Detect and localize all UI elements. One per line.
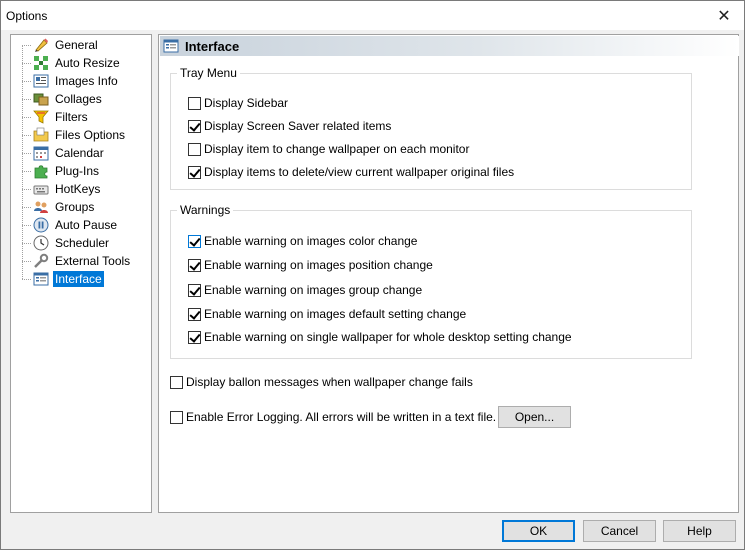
interface-icon [163, 39, 179, 53]
warn-group-change-checkbox[interactable]: Enable warning on images group change [188, 282, 422, 298]
nav-label: Interface [53, 271, 104, 287]
wrench-icon [34, 253, 49, 268]
nav-item-general[interactable]: General [11, 36, 151, 54]
interface-icon [33, 272, 49, 286]
tray-menu-legend: Tray Menu [177, 66, 240, 80]
checkbox-label: Display Screen Saver related items [204, 119, 392, 133]
nav-label: External Tools [55, 254, 131, 268]
checkbox-label: Enable warning on images position change [204, 258, 433, 272]
warn-color-change-checkbox[interactable]: Enable warning on images color change [188, 233, 417, 249]
warnings-legend: Warnings [177, 203, 234, 217]
warn-default-setting-checkbox[interactable]: Enable warning on images default setting… [188, 306, 466, 322]
nav-item-filters[interactable]: Filters [11, 108, 151, 126]
filter-icon [33, 110, 49, 124]
checkbox-label: Enable Error Logging. All errors will be… [186, 410, 497, 424]
error-logging-checkbox[interactable]: Enable Error Logging. All errors will be… [170, 409, 496, 425]
checkbox-box[interactable] [188, 142, 201, 156]
panel-header: Interface [160, 36, 739, 56]
nav-item-auto-resize[interactable]: Auto Resize [11, 54, 151, 72]
checkbox-label: Enable warning on images default setting… [204, 307, 467, 321]
checkbox-box[interactable] [170, 410, 183, 424]
ok-button[interactable]: OK [502, 520, 575, 542]
checkbox-box[interactable] [170, 375, 183, 389]
window-title: Options [6, 8, 48, 23]
nav-item-interface[interactable]: Interface [11, 270, 151, 288]
checkbox-label: Enable warning on images color change [204, 234, 418, 248]
checkbox-box[interactable] [188, 330, 201, 344]
groups-icon [34, 201, 48, 213]
files-icon [33, 127, 49, 142]
nav-item-files-options[interactable]: Files Options [11, 126, 151, 144]
checkbox-label: Display items to delete/view current wal… [204, 165, 515, 179]
balloon-messages-checkbox[interactable]: Display ballon messages when wallpaper c… [170, 374, 473, 390]
tray-menu-group: Tray Menu Display Sidebar Display Screen… [170, 66, 692, 190]
cancel-button[interactable]: Cancel [583, 520, 656, 542]
nav-item-groups[interactable]: Groups [11, 198, 151, 216]
warn-single-wallpaper-checkbox[interactable]: Enable warning on single wallpaper for w… [188, 329, 572, 345]
options-nav-tree: General Auto Resize Images Info Collages… [10, 34, 152, 513]
close-icon: ✕ [717, 7, 731, 25]
nav-label: Files Options [55, 128, 126, 142]
nav-label: Auto Resize [55, 56, 120, 70]
nav-label: Plug-Ins [55, 164, 100, 178]
nav-item-hotkeys[interactable]: HotKeys [11, 180, 151, 198]
nav-item-external-tools[interactable]: External Tools [11, 252, 151, 270]
checkbox-label: Enable warning on single wallpaper for w… [204, 330, 572, 344]
checkbox-box[interactable] [188, 165, 201, 179]
interface-settings-panel: Interface Tray Menu Display Sidebar Disp… [158, 34, 739, 513]
calendar-icon [33, 146, 49, 161]
resize-icon [34, 56, 48, 70]
checkbox-label: Display item to change wallpaper on each… [204, 142, 470, 156]
puzzle-icon [34, 165, 48, 179]
clock-icon [33, 235, 49, 251]
checkbox-box[interactable] [188, 96, 201, 110]
checkbox-label: Enable warning on images group change [204, 283, 423, 297]
display-sidebar-checkbox[interactable]: Display Sidebar [188, 95, 288, 111]
checkbox-box[interactable] [188, 283, 201, 297]
display-monitor-wallpaper-checkbox[interactable]: Display item to change wallpaper on each… [188, 141, 469, 157]
keyboard-icon [33, 185, 49, 195]
title-bar: Options ✕ [1, 1, 744, 30]
warnings-group: Warnings Enable warning on images color … [170, 203, 692, 359]
nav-label: General [55, 38, 98, 52]
checkbox-box[interactable] [188, 234, 201, 248]
nav-item-scheduler[interactable]: Scheduler [11, 234, 151, 252]
checkbox-box[interactable] [188, 307, 201, 321]
nav-label: Calendar [55, 146, 104, 160]
panel-title: Interface [185, 38, 240, 54]
display-screensaver-items-checkbox[interactable]: Display Screen Saver related items [188, 118, 391, 134]
nav-label: HotKeys [55, 182, 101, 196]
checkbox-box[interactable] [188, 258, 201, 272]
collage-icon [33, 93, 49, 106]
warn-position-change-checkbox[interactable]: Enable warning on images position change [188, 257, 433, 273]
nav-label: Collages [55, 92, 102, 106]
nav-label: Groups [55, 200, 95, 214]
options-window: Options ✕ General Auto Resize Images Inf… [0, 0, 745, 550]
nav-item-auto-pause[interactable]: Auto Pause [11, 216, 151, 234]
nav-item-calendar[interactable]: Calendar [11, 144, 151, 162]
pause-icon [33, 217, 49, 233]
nav-item-plug-ins[interactable]: Plug-Ins [11, 162, 151, 180]
nav-label: Images Info [55, 74, 118, 88]
nav-item-collages[interactable]: Collages [11, 90, 151, 108]
display-delete-view-items-checkbox[interactable]: Display items to delete/view current wal… [188, 164, 514, 180]
checkbox-label: Display Sidebar [204, 96, 289, 110]
nav-item-images-info[interactable]: Images Info [11, 72, 151, 90]
pencil-icon [35, 38, 48, 52]
open-log-button[interactable]: Open... [498, 406, 571, 428]
nav-label: Scheduler [55, 236, 110, 250]
checkbox-label: Display ballon messages when wallpaper c… [186, 375, 473, 389]
close-button[interactable]: ✕ [704, 1, 744, 30]
image-info-icon [33, 74, 49, 88]
checkbox-box[interactable] [188, 119, 201, 133]
nav-label: Filters [55, 110, 88, 124]
help-button[interactable]: Help [663, 520, 736, 542]
nav-label: Auto Pause [55, 218, 118, 232]
